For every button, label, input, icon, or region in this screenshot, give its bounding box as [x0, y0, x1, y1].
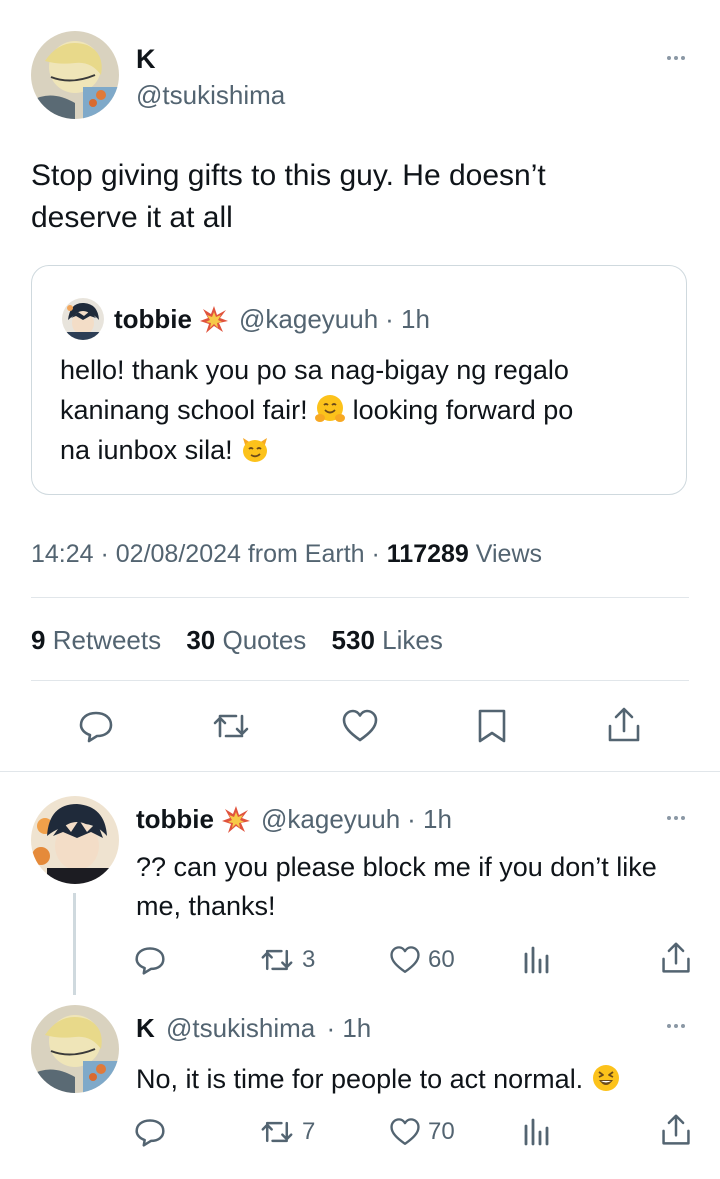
divider — [31, 597, 689, 598]
tweet-text-line: deserve it at all — [31, 201, 233, 234]
quotes-count: 30 — [186, 625, 216, 655]
reply-icon[interactable] — [134, 1116, 166, 1148]
grinning-squinting-face-emoji-icon — [591, 1063, 621, 1093]
reply-text-line: ?? can you please block me if you don’t … — [136, 852, 657, 882]
likes-stat[interactable]: 530 Likes — [332, 625, 443, 655]
quoted-tweet-text: hello! thank you po sa nag-bigay ng rega… — [60, 350, 573, 470]
thread-connector-line — [73, 893, 76, 995]
reply-author-name[interactable]: tobbie — [136, 804, 214, 835]
quoted-author-handle[interactable]: @kageyuuh — [239, 304, 378, 335]
reply-text: No, it is time for people to act normal. — [136, 1060, 621, 1099]
retweet-icon[interactable] — [260, 944, 294, 976]
reply-text-line: me, thanks! — [136, 891, 276, 921]
quotes-stat[interactable]: 30 Quotes — [186, 625, 313, 655]
reply-time: · 1h — [326, 1013, 372, 1043]
quotes-label: Quotes — [222, 625, 307, 655]
quoted-tweet-time: · 1h — [385, 304, 430, 334]
quoted-text-line: na iunbox sila! — [60, 430, 573, 470]
views-chart-icon[interactable] — [522, 1116, 550, 1146]
like-count: 70 — [428, 1118, 455, 1145]
tweet-timestamp[interactable]: 14:24 · 02/08/2024 from Earth · — [31, 540, 380, 568]
retweets-stat[interactable]: 9 Retweets — [31, 625, 168, 655]
views-label: Views — [475, 540, 543, 568]
like-count: 60 — [428, 946, 455, 973]
retweets-label: Retweets — [52, 625, 162, 655]
reply-time: · 1h — [407, 804, 452, 834]
retweet-count: 7 — [302, 1118, 316, 1145]
quoted-text-segment: looking forward po — [345, 395, 574, 425]
collision-emoji-badge-icon — [199, 305, 229, 335]
reply-author-handle[interactable]: @kageyuuh — [261, 804, 400, 835]
reply-icon[interactable] — [78, 708, 114, 744]
views-chart-icon[interactable] — [522, 944, 550, 974]
like-icon[interactable] — [389, 1117, 421, 1147]
reply-author-handle[interactable]: @tsukishima — [166, 1013, 315, 1043]
hugging-face-emoji-icon — [315, 394, 346, 424]
reply-author-avatar[interactable] — [31, 1005, 119, 1093]
reply-author-avatar[interactable] — [31, 796, 119, 884]
bookmark-icon[interactable] — [476, 708, 508, 744]
likes-label: Likes — [382, 625, 443, 655]
reply-author-name[interactable]: K — [136, 1013, 155, 1043]
tweet-text: Stop giving gifts to this guy. He doesn’… — [31, 155, 546, 239]
engagement-stats: 9 Retweets 30 Quotes 530 Likes — [31, 625, 443, 656]
share-icon[interactable] — [606, 706, 642, 744]
share-icon[interactable] — [660, 941, 692, 975]
retweet-count: 3 — [302, 946, 316, 973]
divider — [31, 680, 689, 681]
quoted-text-segment: kaninang school fair! — [60, 395, 316, 425]
views-count: 117289 — [386, 540, 469, 568]
likes-count: 530 — [331, 625, 375, 655]
smirking-cat-emoji-icon — [240, 434, 270, 464]
reply-icon[interactable] — [134, 944, 166, 976]
retweet-icon[interactable] — [260, 1116, 294, 1148]
like-icon[interactable] — [341, 709, 379, 743]
quoted-author-avatar[interactable] — [62, 298, 104, 340]
quoted-text-line: kaninang school fair! looking forward po — [60, 390, 573, 430]
tweet-text-line: Stop giving gifts to this guy. He doesn’… — [31, 159, 546, 192]
reply-header: K @tsukishima · 1h — [136, 1013, 371, 1044]
more-options-icon[interactable] — [667, 816, 685, 820]
quoted-author-name[interactable]: tobbie — [114, 304, 192, 335]
author-avatar[interactable] — [31, 31, 119, 119]
author-display-name[interactable]: K — [136, 44, 156, 75]
section-divider — [0, 771, 720, 772]
quoted-text-line: hello! thank you po sa nag-bigay ng rega… — [60, 355, 569, 385]
author-handle[interactable]: @tsukishima — [136, 80, 285, 111]
reply-header: tobbie @kageyuuh · 1h — [136, 804, 452, 835]
more-options-icon[interactable] — [667, 1024, 685, 1028]
quoted-tweet-header: tobbie @kageyuuh · 1h — [114, 304, 430, 335]
reply-text-line: No, it is time for people to act normal. — [136, 1064, 591, 1094]
retweet-icon[interactable] — [212, 708, 250, 744]
like-icon[interactable] — [389, 945, 421, 975]
share-icon[interactable] — [660, 1113, 692, 1147]
retweets-count: 9 — [31, 625, 46, 655]
quoted-text-segment: na iunbox sila! — [60, 435, 241, 465]
reply-text: ?? can you please block me if you don’t … — [136, 848, 657, 926]
more-options-icon[interactable] — [667, 56, 685, 60]
tweet-meta: 14:24 · 02/08/2024 from Earth · 117289 V… — [31, 540, 542, 569]
collision-emoji-badge-icon — [221, 805, 251, 835]
